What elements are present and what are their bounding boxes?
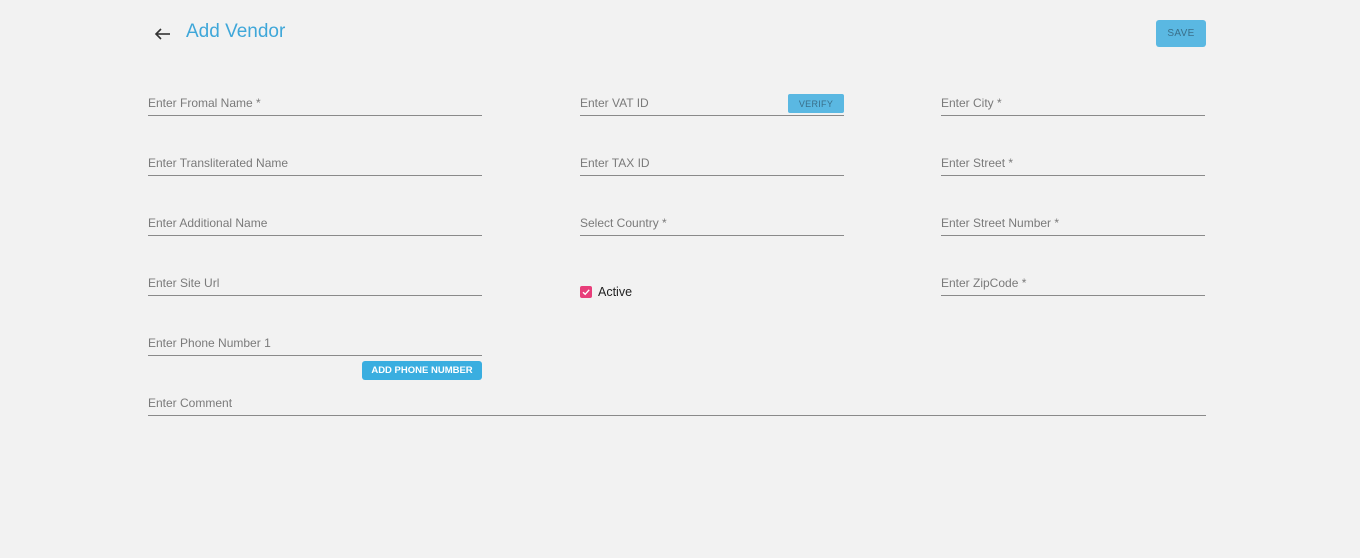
back-button[interactable] (152, 22, 174, 44)
vat-id-input[interactable] (580, 93, 780, 113)
transliterated-name-input[interactable] (148, 153, 482, 173)
page-title: Add Vendor (186, 21, 286, 42)
transliterated-name-field (148, 153, 482, 176)
tax-id-field (580, 153, 844, 176)
formal-name-input[interactable] (148, 93, 482, 113)
site-url-input[interactable] (148, 273, 482, 293)
street-number-field (941, 213, 1205, 236)
verify-button[interactable]: VERIFY (788, 94, 844, 113)
zipcode-field (941, 273, 1205, 296)
phone-number-1-input[interactable] (148, 333, 482, 353)
formal-name-field (148, 93, 482, 116)
phone-number-1-field (148, 333, 482, 356)
city-input[interactable] (941, 93, 1205, 113)
city-field (941, 93, 1205, 116)
zipcode-input[interactable] (941, 273, 1205, 293)
active-checkbox-label: Active (598, 285, 633, 299)
add-vendor-page: Add Vendor SAVE ADD PHONE NUMBER VERIFY … (0, 0, 1360, 558)
additional-name-input[interactable] (148, 213, 482, 233)
country-select-input[interactable] (580, 213, 844, 233)
country-select[interactable] (580, 213, 844, 236)
street-number-input[interactable] (941, 213, 1205, 233)
arrow-left-icon (154, 28, 170, 40)
add-phone-number-button[interactable]: ADD PHONE NUMBER (362, 361, 482, 380)
tax-id-input[interactable] (580, 153, 844, 173)
checkbox-checked-icon[interactable] (580, 286, 592, 298)
street-input[interactable] (941, 153, 1205, 173)
comment-field (148, 393, 1206, 416)
additional-name-field (148, 213, 482, 236)
comment-input[interactable] (148, 393, 1206, 413)
site-url-field (148, 273, 482, 296)
vat-id-field: VERIFY (580, 93, 844, 116)
street-field (941, 153, 1205, 176)
active-checkbox[interactable]: Active (580, 284, 632, 300)
save-button[interactable]: SAVE (1156, 20, 1206, 47)
